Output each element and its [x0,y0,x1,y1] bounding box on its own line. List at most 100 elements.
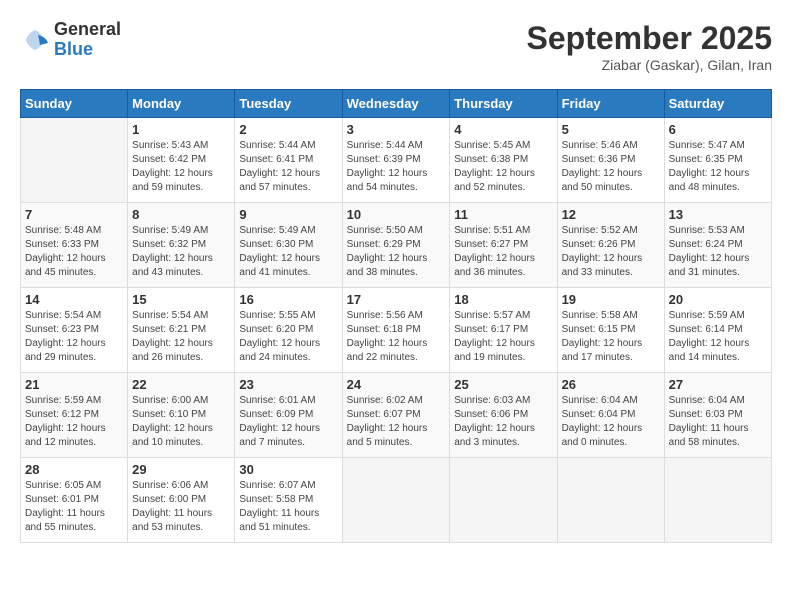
calendar-cell: 21Sunrise: 5:59 AM Sunset: 6:12 PM Dayli… [21,373,128,458]
calendar-cell: 27Sunrise: 6:04 AM Sunset: 6:03 PM Dayli… [664,373,771,458]
day-info: Sunrise: 5:44 AM Sunset: 6:39 PM Dayligh… [347,139,446,195]
weekday-header: Thursday [450,90,557,118]
day-info: Sunrise: 6:04 AM Sunset: 6:04 PM Dayligh… [562,394,660,450]
calendar-cell: 8Sunrise: 5:49 AM Sunset: 6:32 PM Daylig… [128,203,235,288]
day-number: 10 [347,207,446,222]
day-info: Sunrise: 5:59 AM Sunset: 6:14 PM Dayligh… [669,309,767,365]
weekday-header: Friday [557,90,664,118]
weekday-header: Saturday [664,90,771,118]
day-number: 20 [669,292,767,307]
day-info: Sunrise: 5:44 AM Sunset: 6:41 PM Dayligh… [239,139,337,195]
day-info: Sunrise: 5:55 AM Sunset: 6:20 PM Dayligh… [239,309,337,365]
day-info: Sunrise: 5:52 AM Sunset: 6:26 PM Dayligh… [562,224,660,280]
day-info: Sunrise: 5:56 AM Sunset: 6:18 PM Dayligh… [347,309,446,365]
day-number: 23 [239,377,337,392]
calendar-table: SundayMondayTuesdayWednesdayThursdayFrid… [20,89,772,543]
weekday-header: Sunday [21,90,128,118]
calendar-cell: 25 Sunrise: 6:03 AM Sunset: 6:06 PM Dayli… [450,373,557,458]
calendar-cell: 1 Sunrise: 5:43 AM Sunset: 6:42 PM Daylig… [128,118,235,203]
calendar-cell [664,458,771,543]
day-number: 4 [454,122,552,137]
calendar-cell [21,118,128,203]
week-row: 7Sunrise: 5:48 AM Sunset: 6:33 PM Daylig… [21,203,772,288]
day-number: 2 [239,122,337,137]
day-info: Sunrise: 5:59 AM Sunset: 6:12 PM Dayligh… [25,394,123,450]
weekday-header-row: SundayMondayTuesdayWednesdayThursdayFrid… [21,90,772,118]
calendar-cell: 4Sunrise: 5:45 AM Sunset: 6:38 PM Daylig… [450,118,557,203]
calendar-cell [342,458,450,543]
calendar-cell: 3 Sunrise: 5:44 AM Sunset: 6:39 PM Daylig… [342,118,450,203]
day-number: 9 [239,207,337,222]
calendar-cell: 10 Sunrise: 5:50 AM Sunset: 6:29 PM Dayli… [342,203,450,288]
day-number: 14 [25,292,123,307]
day-info: Sunrise: 5:53 AM Sunset: 6:24 PM Dayligh… [669,224,767,280]
week-row: 21Sunrise: 5:59 AM Sunset: 6:12 PM Dayli… [21,373,772,458]
day-info: Sunrise: 6:01 AM Sunset: 6:09 PM Dayligh… [239,394,337,450]
logo-icon [20,25,50,55]
day-number: 22 [132,377,230,392]
logo-general: General [54,20,121,40]
calendar-cell: 30 Sunrise: 6:07 AM Sunset: 5:58 PM Dayli… [235,458,342,543]
day-info: Sunrise: 6:06 AM Sunset: 6:00 PM Dayligh… [132,479,230,535]
day-info: Sunrise: 6:05 AM Sunset: 6:01 PM Dayligh… [25,479,123,535]
day-number: 17 [347,292,446,307]
calendar-cell: 14 Sunrise: 5:54 AM Sunset: 6:23 PM Dayli… [21,288,128,373]
calendar-cell: 6Sunrise: 5:47 AM Sunset: 6:35 PM Daylig… [664,118,771,203]
calendar-cell: 15Sunrise: 5:54 AM Sunset: 6:21 PM Dayli… [128,288,235,373]
calendar-cell: 23 Sunrise: 6:01 AM Sunset: 6:09 PM Dayli… [235,373,342,458]
day-info: Sunrise: 5:57 AM Sunset: 6:17 PM Dayligh… [454,309,552,365]
calendar-cell: 17 Sunrise: 5:56 AM Sunset: 6:18 PM Dayli… [342,288,450,373]
calendar-cell: 19Sunrise: 5:58 AM Sunset: 6:15 PM Dayli… [557,288,664,373]
day-number: 3 [347,122,446,137]
day-number: 16 [239,292,337,307]
day-number: 25 [454,377,552,392]
day-info: Sunrise: 5:47 AM Sunset: 6:35 PM Dayligh… [669,139,767,195]
page-header: General Blue September 2025 Ziabar (Gask… [20,20,772,73]
day-number: 13 [669,207,767,222]
logo-text: General Blue [54,20,121,60]
day-number: 30 [239,462,337,477]
logo: General Blue [20,20,121,60]
calendar-cell: 13 Sunrise: 5:53 AM Sunset: 6:24 PM Dayli… [664,203,771,288]
week-row: 28 Sunrise: 6:05 AM Sunset: 6:01 PM Dayli… [21,458,772,543]
day-number: 12 [562,207,660,222]
weekday-header: Wednesday [342,90,450,118]
calendar-cell: 7Sunrise: 5:48 AM Sunset: 6:33 PM Daylig… [21,203,128,288]
day-number: 11 [454,207,552,222]
day-info: Sunrise: 5:49 AM Sunset: 6:30 PM Dayligh… [239,224,337,280]
weekday-header: Tuesday [235,90,342,118]
day-number: 28 [25,462,123,477]
day-info: Sunrise: 6:03 AM Sunset: 6:06 PM Dayligh… [454,394,552,450]
day-number: 1 [132,122,230,137]
day-info: Sunrise: 5:50 AM Sunset: 6:29 PM Dayligh… [347,224,446,280]
title-block: September 2025 Ziabar (Gaskar), Gilan, I… [527,20,772,73]
day-info: Sunrise: 5:43 AM Sunset: 6:42 PM Dayligh… [132,139,230,195]
day-number: 5 [562,122,660,137]
calendar-cell: 16 Sunrise: 5:55 AM Sunset: 6:20 PM Dayli… [235,288,342,373]
day-info: Sunrise: 6:07 AM Sunset: 5:58 PM Dayligh… [239,479,337,535]
day-number: 7 [25,207,123,222]
calendar-cell: 5 Sunrise: 5:46 AM Sunset: 6:36 PM Daylig… [557,118,664,203]
day-number: 24 [347,377,446,392]
day-info: Sunrise: 6:04 AM Sunset: 6:03 PM Dayligh… [669,394,767,450]
day-info: Sunrise: 5:49 AM Sunset: 6:32 PM Dayligh… [132,224,230,280]
calendar-cell: 28 Sunrise: 6:05 AM Sunset: 6:01 PM Dayli… [21,458,128,543]
calendar-cell [557,458,664,543]
calendar-cell: 2 Sunrise: 5:44 AM Sunset: 6:41 PM Daylig… [235,118,342,203]
month-title: September 2025 [527,20,772,57]
calendar-cell: 12 Sunrise: 5:52 AM Sunset: 6:26 PM Dayli… [557,203,664,288]
day-info: Sunrise: 6:02 AM Sunset: 6:07 PM Dayligh… [347,394,446,450]
day-info: Sunrise: 5:54 AM Sunset: 6:23 PM Dayligh… [25,309,123,365]
calendar-cell: 24 Sunrise: 6:02 AM Sunset: 6:07 PM Dayli… [342,373,450,458]
day-info: Sunrise: 6:00 AM Sunset: 6:10 PM Dayligh… [132,394,230,450]
calendar-cell: 18 Sunrise: 5:57 AM Sunset: 6:17 PM Dayli… [450,288,557,373]
day-number: 26 [562,377,660,392]
day-number: 18 [454,292,552,307]
calendar-cell: 9 Sunrise: 5:49 AM Sunset: 6:30 PM Daylig… [235,203,342,288]
day-info: Sunrise: 5:46 AM Sunset: 6:36 PM Dayligh… [562,139,660,195]
day-number: 29 [132,462,230,477]
day-number: 19 [562,292,660,307]
day-info: Sunrise: 5:54 AM Sunset: 6:21 PM Dayligh… [132,309,230,365]
calendar-cell: 11 Sunrise: 5:51 AM Sunset: 6:27 PM Dayli… [450,203,557,288]
day-info: Sunrise: 5:51 AM Sunset: 6:27 PM Dayligh… [454,224,552,280]
